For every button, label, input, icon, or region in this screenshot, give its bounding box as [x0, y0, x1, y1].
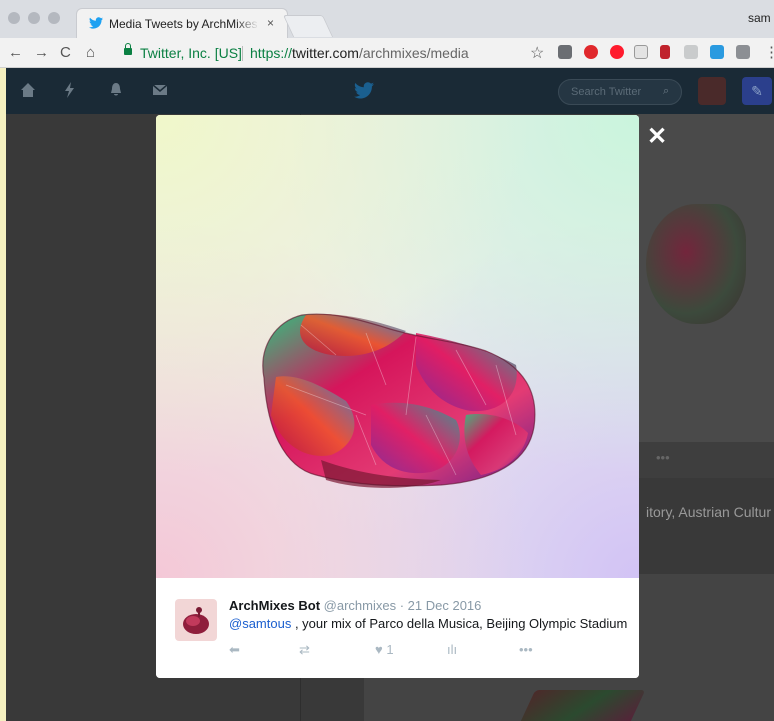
lock-icon[interactable] [124, 43, 132, 55]
tweet-text: @samtous , your mix of Parco della Music… [229, 616, 627, 631]
close-modal-icon[interactable]: ✕ [647, 122, 667, 151]
browser-menu-icon[interactable]: ⋮ [764, 43, 774, 61]
background-more-icon: ••• [656, 450, 670, 465]
messages-envelope-icon[interactable] [152, 82, 168, 98]
address-bar[interactable]: https://twitter.com/archmixes/media [250, 45, 469, 61]
twitter-bird-icon [89, 17, 103, 29]
background-render-image-2 [516, 690, 646, 721]
pinterest-extension-icon[interactable] [584, 45, 598, 59]
extension-t-icon[interactable] [558, 45, 572, 59]
reply-icon[interactable]: ⬅ [229, 642, 240, 658]
window-zoom-button[interactable] [48, 12, 60, 24]
url-scheme: https:// [250, 45, 293, 61]
bookmark-star-icon[interactable]: ☆ [530, 43, 544, 63]
heart-icon: ♥ [375, 642, 383, 657]
blob-render-image [262, 313, 536, 488]
browser-tab-strip: Media Tweets by ArchMixes Bot × sam [0, 0, 774, 38]
twitter-logo-icon[interactable] [354, 82, 374, 99]
archmixes-avatar-image [183, 607, 209, 634]
edit-extension-icon[interactable] [710, 45, 724, 59]
like-count: 1 [386, 642, 394, 657]
retweet-icon[interactable]: ⇄ [299, 642, 310, 658]
moments-lightning-icon[interactable] [62, 82, 78, 98]
profile-name[interactable]: sam [748, 11, 771, 25]
camera-extension-icon[interactable] [736, 45, 750, 59]
tweet-meta-separator: · [396, 598, 408, 613]
background-render-image [646, 204, 746, 324]
notifications-bell-icon[interactable] [108, 82, 124, 98]
tweet-detail: ArchMixes Bot @archmixes · 21 Dec 2016 @… [156, 578, 639, 678]
url-path: /archmixes/media [358, 45, 469, 61]
browser-toolbar: ← → C ⌂ Twitter, Inc. [US] https://twitt… [0, 38, 774, 68]
tab-close-icon[interactable]: × [267, 16, 274, 30]
media-modal: ArchMixes Bot @archmixes · 21 Dec 2016 @… [156, 115, 639, 678]
home-nav-icon[interactable] [20, 82, 36, 98]
cloud-extension-icon[interactable] [684, 45, 698, 59]
background-caption: itory, Austrian Cultur [646, 504, 772, 520]
twitter-search-input[interactable]: Search Twitter ⌕ [558, 79, 682, 105]
bars-extension-icon[interactable] [660, 45, 670, 59]
tweet-mention-link[interactable]: @samtous [229, 616, 291, 631]
media-image[interactable] [156, 115, 639, 578]
window-close-button[interactable] [8, 12, 20, 24]
tweet-body: , your mix of Parco della Musica, Beijin… [291, 616, 628, 631]
like-button[interactable]: ♥ 1 [375, 642, 394, 657]
tweet-date[interactable]: 21 Dec 2016 [408, 598, 482, 613]
user-avatar[interactable] [698, 77, 726, 105]
tweet-author-handle[interactable]: @archmixes [324, 598, 396, 613]
new-tab-button[interactable] [282, 15, 334, 37]
analytics-icon[interactable]: ılı [447, 642, 457, 657]
more-options-icon[interactable]: ••• [519, 642, 533, 657]
compose-tweet-button[interactable]: ✎ [742, 77, 772, 105]
tweet-author-name[interactable]: ArchMixes Bot [229, 598, 320, 613]
search-icon[interactable]: ⌕ [663, 85, 669, 98]
tweet-author-avatar[interactable] [175, 599, 217, 641]
url-host: twitter.com [292, 45, 359, 61]
home-icon[interactable]: ⌂ [86, 44, 95, 61]
tab-title: Media Tweets by ArchMixes Bot [109, 17, 259, 31]
twitter-top-nav: Search Twitter ⌕ ✎ [6, 68, 774, 114]
browser-tab-active[interactable]: Media Tweets by ArchMixes Bot × [76, 8, 288, 38]
opera-extension-icon[interactable] [610, 45, 624, 59]
tweet-header: ArchMixes Bot @archmixes · 21 Dec 2016 [229, 598, 481, 613]
reload-icon[interactable]: C [60, 44, 71, 61]
window-minimize-button[interactable] [28, 12, 40, 24]
search-placeholder: Search Twitter [571, 86, 642, 98]
back-icon[interactable]: ← [8, 44, 23, 61]
address-separator [242, 46, 243, 61]
security-org-label[interactable]: Twitter, Inc. [US] [140, 45, 242, 61]
document-extension-icon[interactable] [634, 45, 648, 59]
forward-icon[interactable]: → [34, 44, 49, 61]
